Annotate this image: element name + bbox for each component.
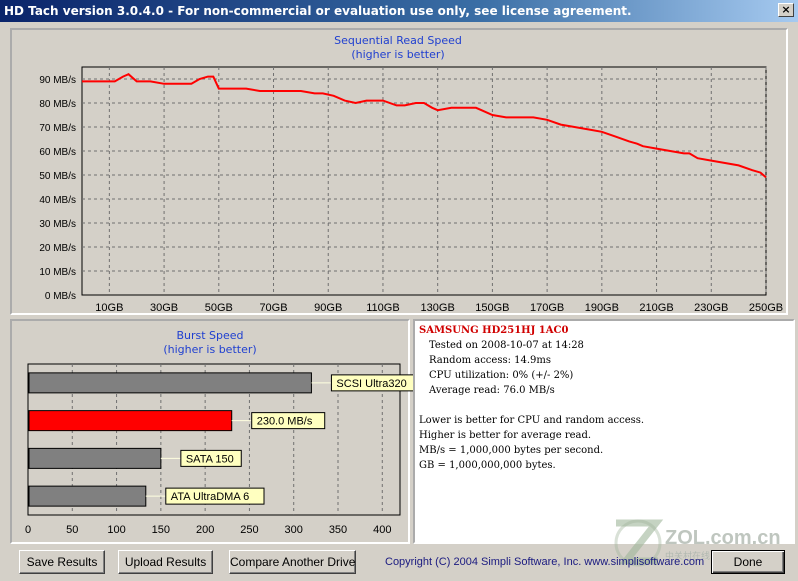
done-button[interactable]: Done — [711, 550, 785, 574]
close-icon: × — [781, 3, 791, 16]
close-button[interactable]: × — [778, 3, 794, 17]
read-chart-panel — [10, 28, 788, 315]
read-chart-title: Sequential Read Speed (higher is better) — [298, 34, 498, 62]
info-cpu-utilization: CPU utilization: 0% (+/- 2%) — [429, 370, 574, 381]
save-results-label: Save Results — [26, 555, 98, 569]
burst-chart-title-text: Burst Speed — [176, 329, 244, 342]
read-chart-subtitle: (higher is better) — [351, 48, 445, 61]
done-label: Done — [733, 555, 763, 569]
drive-model: SAMSUNG HD251HJ 1AC0 — [419, 325, 569, 336]
note-gb-definition: GB = 1,000,000,000 bytes. — [419, 460, 556, 471]
drive-info-panel: SAMSUNG HD251HJ 1AC0 Tested on 2008-10-0… — [413, 319, 795, 544]
upload-results-button[interactable]: Upload Results — [118, 550, 213, 574]
info-random-access: Random access: 14.9ms — [429, 355, 552, 366]
note-lower-better: Lower is better for CPU and random acces… — [419, 415, 645, 426]
watermark-text: ZOL.com.cn — [665, 527, 781, 549]
note-higher-better: Higher is better for average read. — [419, 430, 592, 441]
note-mbs-definition: MB/s = 1,000,000 bytes per second. — [419, 445, 604, 456]
read-chart-title-text: Sequential Read Speed — [334, 34, 462, 47]
window-title: HD Tach version 3.0.4.0 - For non-commer… — [4, 4, 632, 18]
compare-drive-button[interactable]: Compare Another Drive — [229, 550, 356, 574]
info-tested: Tested on 2008-10-07 at 14:28 — [429, 340, 584, 351]
save-results-button[interactable]: Save Results — [19, 550, 105, 574]
burst-chart-subtitle: (higher is better) — [163, 343, 257, 356]
copyright-text: Copyright (C) 2004 Simpli Software, Inc.… — [385, 556, 705, 568]
compare-drive-label: Compare Another Drive — [230, 555, 356, 569]
upload-results-label: Upload Results — [124, 555, 207, 569]
burst-chart-title: Burst Speed (higher is better) — [110, 329, 310, 357]
info-average-read: Average read: 76.0 MB/s — [429, 385, 555, 396]
window-titlebar[interactable]: HD Tach version 3.0.4.0 - For non-commer… — [0, 0, 798, 22]
